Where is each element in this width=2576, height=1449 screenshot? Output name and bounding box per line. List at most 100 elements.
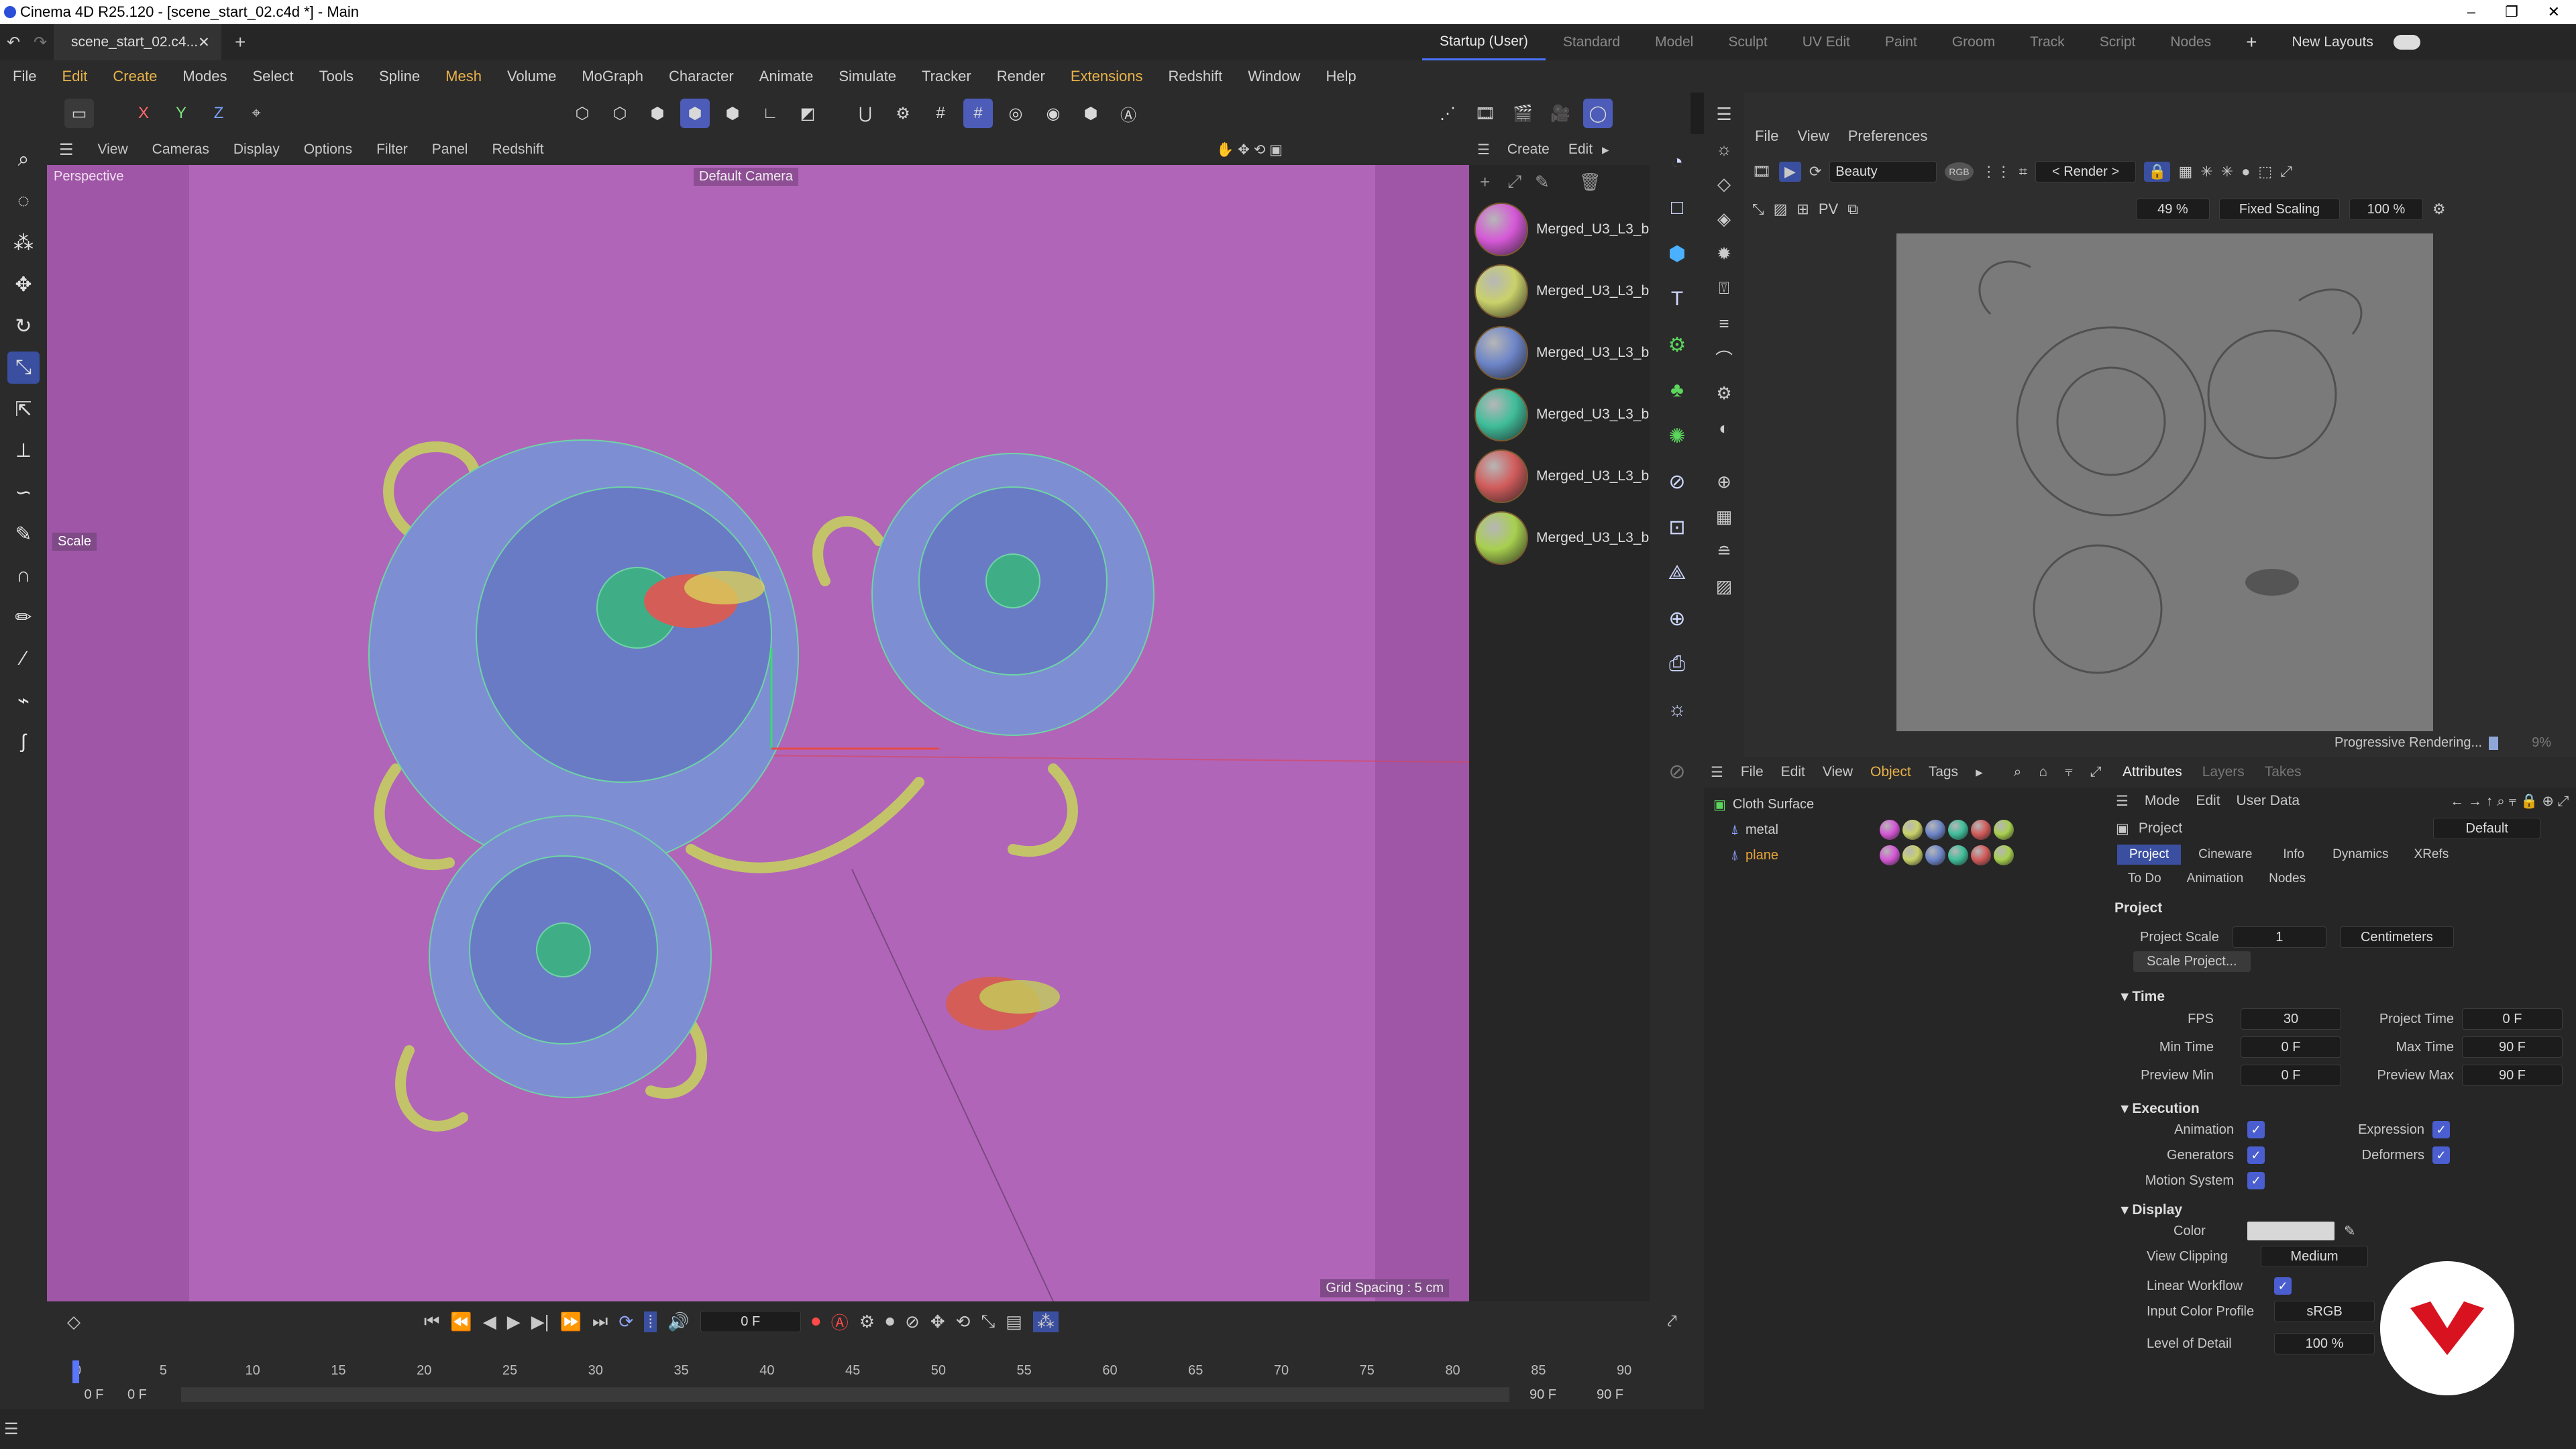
layout-standard[interactable]: Standard <box>1546 24 1638 60</box>
add-tab-button[interactable]: + <box>221 32 259 53</box>
range-start2-field[interactable]: 0 F <box>127 1387 181 1403</box>
tab-file[interactable]: scene_start_02.c4... ✕ <box>54 24 221 60</box>
lock-icon[interactable]: ⬢ <box>1076 99 1106 128</box>
environment-icon[interactable]: ⊕ <box>1660 601 1695 636</box>
render-object-icon[interactable]: ⊘ <box>1660 754 1695 789</box>
material-tag-icon[interactable] <box>1994 820 2014 840</box>
prev-key-icon[interactable]: ⏪ <box>450 1311 472 1332</box>
object-name[interactable]: metal <box>1746 822 1866 838</box>
vp-menu-redshift[interactable]: Redshift <box>480 142 555 158</box>
grid-snap-icon[interactable]: # <box>963 99 993 128</box>
project-unit-dropdown[interactable]: Centimeters <box>2339 926 2454 948</box>
magnet-icon[interactable]: ∩ <box>7 559 40 592</box>
attr-menu-userdata[interactable]: User Data <box>2237 793 2300 809</box>
rs-menu-icon[interactable]: ☰ <box>1711 101 1737 127</box>
next-frame-icon[interactable]: ▶| <box>531 1311 549 1332</box>
material-tag-icon[interactable] <box>1971 820 1991 840</box>
transfer-icon[interactable]: ⇱ <box>7 393 40 425</box>
material-menu-edit[interactable]: Edit <box>1559 142 1602 158</box>
om-filter-icon[interactable]: ⫧ <box>2065 764 2073 780</box>
preview-range-icon[interactable]: ⁞ <box>644 1311 657 1332</box>
om-menu-view[interactable]: View <box>1823 764 1853 780</box>
cube-outline-icon[interactable]: □ <box>1660 191 1695 225</box>
close-window-button[interactable]: ✕ <box>2548 3 2560 21</box>
om-menu-tags[interactable]: Tags <box>1929 764 1958 780</box>
rv-play-icon[interactable]: ▶ <box>1778 162 1801 182</box>
render-settings-icon[interactable]: 🎥 <box>1546 99 1575 128</box>
render-region-icon[interactable]: ⋰ <box>1433 99 1462 128</box>
eyedropper-icon[interactable]: ✎ <box>1528 172 1556 193</box>
material-tags[interactable] <box>1880 820 2014 840</box>
effector-icon[interactable]: ✺ <box>1660 419 1695 453</box>
motion-icon[interactable]: ⊘ <box>905 1311 920 1332</box>
rv-lock-icon[interactable]: 🔒 <box>2144 162 2171 182</box>
material-item[interactable]: Merged_U3_L3_b <box>1469 322 1650 384</box>
menu-window[interactable]: Window <box>1235 68 1313 85</box>
light-icon[interactable]: ☼ <box>1660 692 1695 727</box>
section-time[interactable]: Time <box>2132 989 2165 1004</box>
knife-icon[interactable]: ⌁ <box>7 684 40 716</box>
deformers-checkbox[interactable]: ✓ <box>2432 1146 2450 1164</box>
cloner-icon[interactable]: ♣ <box>1660 373 1695 408</box>
rs-light-icon[interactable]: ☼ <box>1711 136 1737 162</box>
rv-expand-icon[interactable]: ⤢ <box>2280 163 2292 180</box>
subtab-project[interactable]: Project <box>2117 845 2182 865</box>
layout-groom[interactable]: Groom <box>1935 24 2012 60</box>
scale-tool-icon[interactable]: ⤡ <box>7 352 40 384</box>
vp-menu-options[interactable]: Options <box>292 142 364 158</box>
rotate-tool-icon[interactable]: ↻ <box>7 310 40 342</box>
menu-help[interactable]: Help <box>1313 68 1368 85</box>
edges-mode-icon[interactable]: ⬡ <box>605 99 635 128</box>
redo-icon[interactable]: ↷ <box>27 33 54 52</box>
rs-proxy-icon[interactable]: ◐ <box>1711 415 1737 441</box>
preview-min-field[interactable]: 0 F <box>2241 1065 2341 1086</box>
rv-settings-icon[interactable]: ⚙ <box>2432 201 2446 218</box>
rv-pv-icon[interactable]: PV <box>1819 201 1838 218</box>
z-axis-button[interactable]: Z <box>204 99 233 128</box>
object-name[interactable]: plane <box>1746 848 1866 863</box>
snap-settings-icon[interactable]: ⚙ <box>888 99 918 128</box>
field-icon[interactable]: ⊡ <box>1660 510 1695 545</box>
menu-spline[interactable]: Spline <box>366 68 433 85</box>
material-tag-icon[interactable] <box>1902 820 1923 840</box>
undo-icon[interactable]: ↶ <box>0 33 27 52</box>
model-mode-icon[interactable]: ▭ <box>64 99 94 128</box>
paint-icon[interactable]: ✎ <box>7 518 40 550</box>
object-row[interactable]: ▣ Cloth Surface <box>1704 792 2106 817</box>
subtab-dynamics[interactable]: Dynamics <box>2322 845 2399 865</box>
menu-character[interactable]: Character <box>656 68 747 85</box>
key-pos-icon[interactable]: ✥ <box>930 1311 945 1332</box>
next-key-icon[interactable]: ⏩ <box>560 1311 582 1332</box>
range-start-field[interactable]: 0 F <box>60 1387 127 1403</box>
rv-menu-view[interactable]: View <box>1788 127 1838 145</box>
material-tag-icon[interactable] <box>1925 820 1945 840</box>
menu-edit[interactable]: Edit <box>49 68 100 85</box>
material-item[interactable]: Merged_U3_L3_b <box>1469 507 1650 569</box>
rv-fit-icon[interactable]: ⬚ <box>2258 163 2272 180</box>
rs-globe-icon[interactable]: ⊕ <box>1711 468 1737 495</box>
layout-sculpt[interactable]: Sculpt <box>1711 24 1784 60</box>
autokey-icon[interactable]: Ⓐ <box>831 1309 849 1334</box>
tab-layers[interactable]: Layers <box>2202 764 2245 780</box>
color-swatch[interactable] <box>2247 1222 2334 1240</box>
expression-checkbox[interactable]: ✓ <box>2432 1121 2450 1138</box>
playhead[interactable] <box>72 1360 79 1383</box>
scale-project-button[interactable]: Scale Project... <box>2133 951 2251 972</box>
material-tag-icon[interactable] <box>1925 845 1945 865</box>
workplane-icon[interactable]: ∟ <box>755 99 785 128</box>
render-dropdown[interactable]: < Render > <box>2035 161 2137 182</box>
rs-dome-icon[interactable]: ⌒ <box>1711 345 1737 372</box>
tweak-icon[interactable]: ◉ <box>1038 99 1068 128</box>
material-tag-icon[interactable] <box>1948 845 1968 865</box>
material-tag-icon[interactable] <box>1971 845 1991 865</box>
lasso-icon[interactable]: ∽ <box>7 476 40 508</box>
render-view-icon[interactable]: 🎞 <box>1470 99 1500 128</box>
aov-dropdown[interactable]: Beauty <box>1829 161 1937 182</box>
rv-image-icon[interactable]: ▨ <box>1774 201 1788 218</box>
generator-icon[interactable]: ⚙ <box>1660 327 1695 362</box>
menu-simulate[interactable]: Simulate <box>826 68 909 85</box>
search-icon[interactable]: ⌕ <box>7 144 40 176</box>
rv-grid-icon[interactable]: ⋮⋮ <box>1982 163 2011 180</box>
material-item[interactable]: Merged_U3_L3_b <box>1469 445 1650 507</box>
redshift-ipr-icon[interactable]: ◯ <box>1583 99 1613 128</box>
